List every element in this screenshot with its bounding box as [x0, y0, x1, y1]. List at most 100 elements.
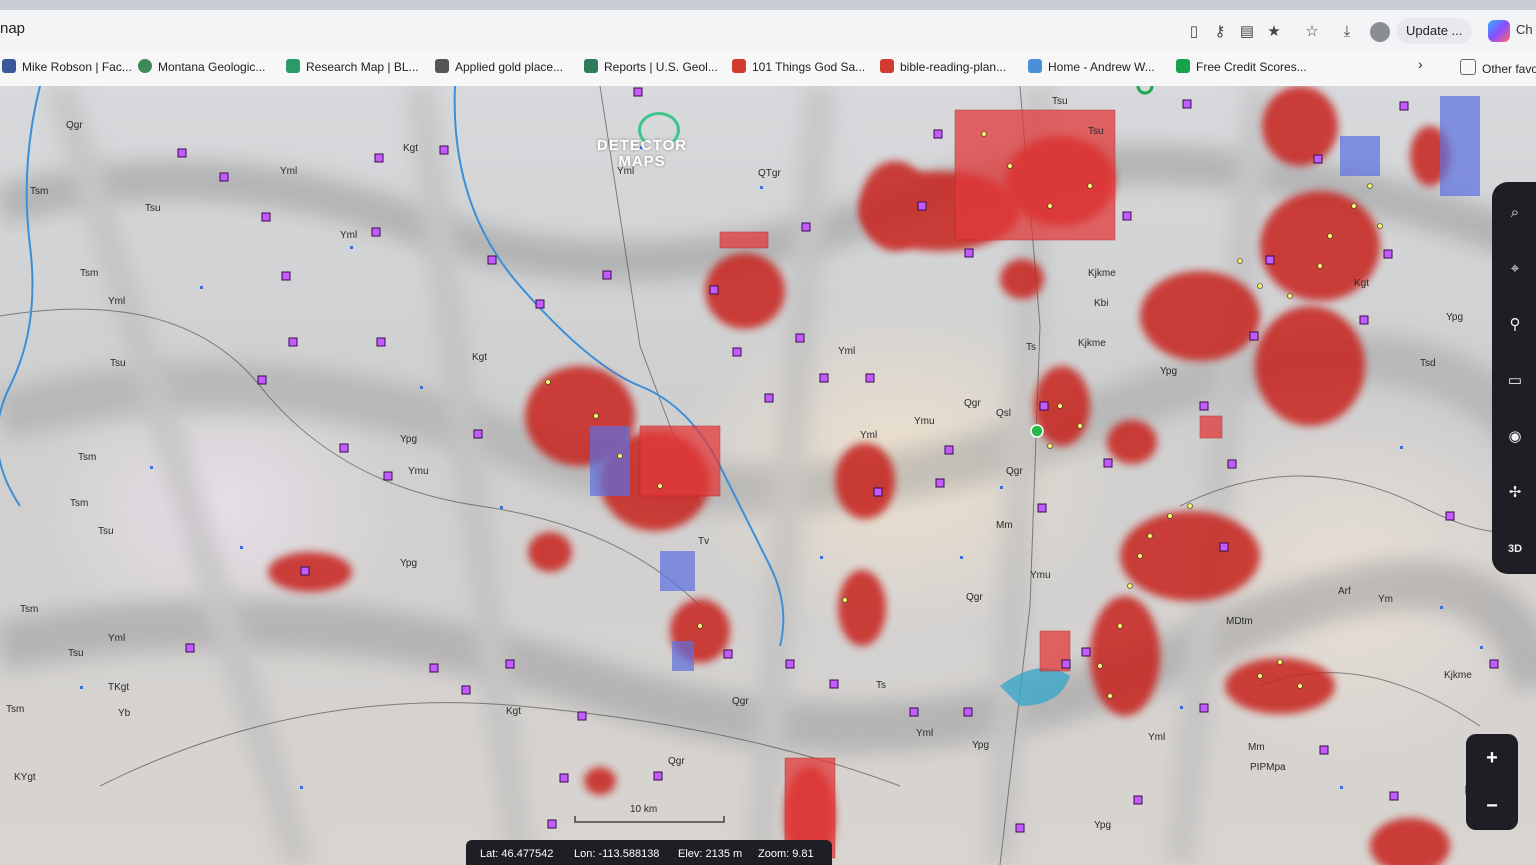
bookmark-item[interactable]: Reports | U.S. Geol...	[584, 59, 718, 74]
pdf-icon	[880, 59, 894, 73]
bookmark-item[interactable]: Applied gold place...	[435, 59, 563, 74]
unit-label: Yml	[617, 166, 635, 177]
unit-label: Ym	[1378, 594, 1393, 605]
unit-label: Qgr	[668, 756, 685, 767]
unit-label: Kjkme	[1078, 338, 1106, 349]
scale-label: 10 km	[630, 804, 658, 815]
unit-label: KYgt	[14, 772, 36, 783]
map-tools-panel: ⌕ ⌖ ⚲ ▭ ◉ ✢ 3D	[1492, 182, 1536, 574]
unit-label: Yml	[916, 728, 934, 739]
search-icon[interactable]: ⌕	[1504, 202, 1526, 224]
gps-marker	[1136, 86, 1154, 95]
unit-label: Kgt	[403, 143, 419, 154]
location-pin-icon[interactable]: ⌖	[1504, 258, 1526, 280]
address-url[interactable]: nap	[0, 20, 25, 37]
unit-label: Yml	[340, 230, 358, 241]
unit-label: Tsm	[6, 704, 25, 715]
profile-avatar[interactable]	[1370, 22, 1390, 42]
folder-icon	[1460, 59, 1476, 75]
unit-label: Qgr	[66, 120, 83, 131]
bookmark-item[interactable]: bible-reading-plan...	[880, 59, 1006, 74]
unit-label: Tsm	[70, 498, 89, 509]
favorites-icon[interactable]: ☆	[1302, 22, 1322, 42]
map-layer	[0, 86, 1536, 865]
unit-label: Tsd	[1420, 358, 1436, 369]
copilot-label: Ch	[1516, 22, 1533, 37]
unit-label: Tsu	[98, 526, 114, 537]
unit-label: Ts	[876, 680, 886, 691]
logo-line2: MAPS	[618, 153, 666, 170]
update-menu-icon: ...	[1451, 23, 1463, 38]
unit-label: PIPMpa	[1250, 762, 1286, 773]
address-bar[interactable]: nap ▯ ⚷ ▤ ★ ☆ ⤓ Update ... Ch	[0, 10, 1536, 51]
unit-label: Ymu	[1030, 570, 1051, 581]
layers-icon[interactable]: ⚲	[1504, 314, 1526, 336]
ruler-icon[interactable]: ▭	[1504, 370, 1526, 392]
unit-label: Kbi	[1094, 298, 1109, 309]
unit-label: QTgr	[758, 168, 781, 179]
unit-label: Ypg	[972, 740, 990, 751]
unit-label: Tv	[698, 536, 710, 547]
unit-label: MDtm	[1226, 616, 1253, 627]
detector-maps-logo: DETECTOR MAPS	[592, 112, 692, 170]
pin-icon[interactable]: ✢	[1504, 482, 1526, 504]
unit-label: Tsm	[20, 604, 39, 615]
zoom-control: + −	[1466, 734, 1518, 830]
unit-label: Ypg	[1446, 312, 1464, 323]
library-icon	[435, 59, 449, 73]
logo-swirl-icon	[638, 112, 680, 148]
unit-label: Yml	[1148, 732, 1166, 743]
unit-label: Qsl	[996, 408, 1011, 419]
key-icon[interactable]: ⚷	[1210, 22, 1230, 42]
unit-label: Tsu	[1052, 96, 1068, 107]
download-icon[interactable]: ⤓	[1337, 22, 1357, 42]
update-label: Update	[1406, 23, 1448, 38]
update-button[interactable]: Update ...	[1396, 18, 1473, 44]
leaf-icon	[1028, 59, 1042, 73]
bookmark-item[interactable]: 101 Things God Sa...	[732, 59, 865, 74]
reading-mode-icon[interactable]: ▯	[1184, 22, 1204, 42]
eye-icon[interactable]: ◉	[1504, 426, 1526, 448]
unit-label: Ymu	[408, 466, 429, 477]
unit-label: TKgt	[108, 682, 130, 693]
location-marker	[1030, 424, 1044, 438]
unit-label: Yml	[108, 296, 126, 307]
copilot-icon[interactable]	[1488, 20, 1510, 42]
page-icon[interactable]: ▤	[1237, 22, 1257, 42]
unit-label: Arf	[1338, 586, 1351, 597]
bookmark-item[interactable]: Home - Andrew W...	[1028, 59, 1155, 74]
elevation-readout: Elev: 2135 m	[678, 848, 743, 860]
bookmark-label: bible-reading-plan...	[900, 60, 1007, 74]
coordinates-bar: Lat: 46.477542 Lon: -113.588138 Elev: 21…	[466, 840, 832, 865]
other-favorites-label: Other favo	[1482, 62, 1536, 76]
unit-label: Mm	[1248, 742, 1265, 753]
unit-label: Yml	[838, 346, 856, 357]
chevron-right-icon[interactable]: ›	[1418, 56, 1423, 72]
other-favorites[interactable]: Other favo	[1460, 59, 1536, 76]
bookmark-item[interactable]: Research Map | BL...	[286, 59, 419, 74]
people-icon	[2, 59, 16, 73]
unit-label: Ts	[1026, 342, 1036, 353]
unit-label: Tsm	[30, 186, 49, 197]
zoom-out-button[interactable]: −	[1466, 782, 1518, 830]
bookmark-label: Applied gold place...	[455, 60, 564, 74]
unit-label: Tsm	[80, 268, 99, 279]
unit-label: Tsm	[78, 452, 97, 463]
map-canvas[interactable]: DETECTOR MAPS 10 km Qgr Tsu Kgt Yml QTgr…	[0, 86, 1536, 865]
bookmark-label: 101 Things God Sa...	[752, 60, 866, 74]
unit-label: Ypg	[1160, 366, 1178, 377]
unit-label: Tsu	[1088, 126, 1104, 137]
unit-label: Ymu	[914, 416, 935, 427]
bookmark-item[interactable]: Mike Robson | Fac...	[2, 59, 132, 74]
bookmark-item[interactable]: Free Credit Scores...	[1176, 59, 1307, 74]
bookmark-item[interactable]: Montana Geologic...	[138, 59, 265, 74]
zoom-in-button[interactable]: +	[1466, 734, 1518, 782]
bookmark-label: Reports | U.S. Geol...	[604, 60, 718, 74]
star-icon[interactable]: ★	[1264, 22, 1284, 42]
unit-label: Qgr	[966, 592, 983, 603]
3d-toggle[interactable]: 3D	[1504, 538, 1526, 560]
globe-icon	[138, 59, 152, 73]
unit-label: Kgt	[472, 352, 488, 363]
unit-label: Qgr	[1006, 466, 1023, 477]
unit-label: Ypg	[400, 558, 418, 569]
